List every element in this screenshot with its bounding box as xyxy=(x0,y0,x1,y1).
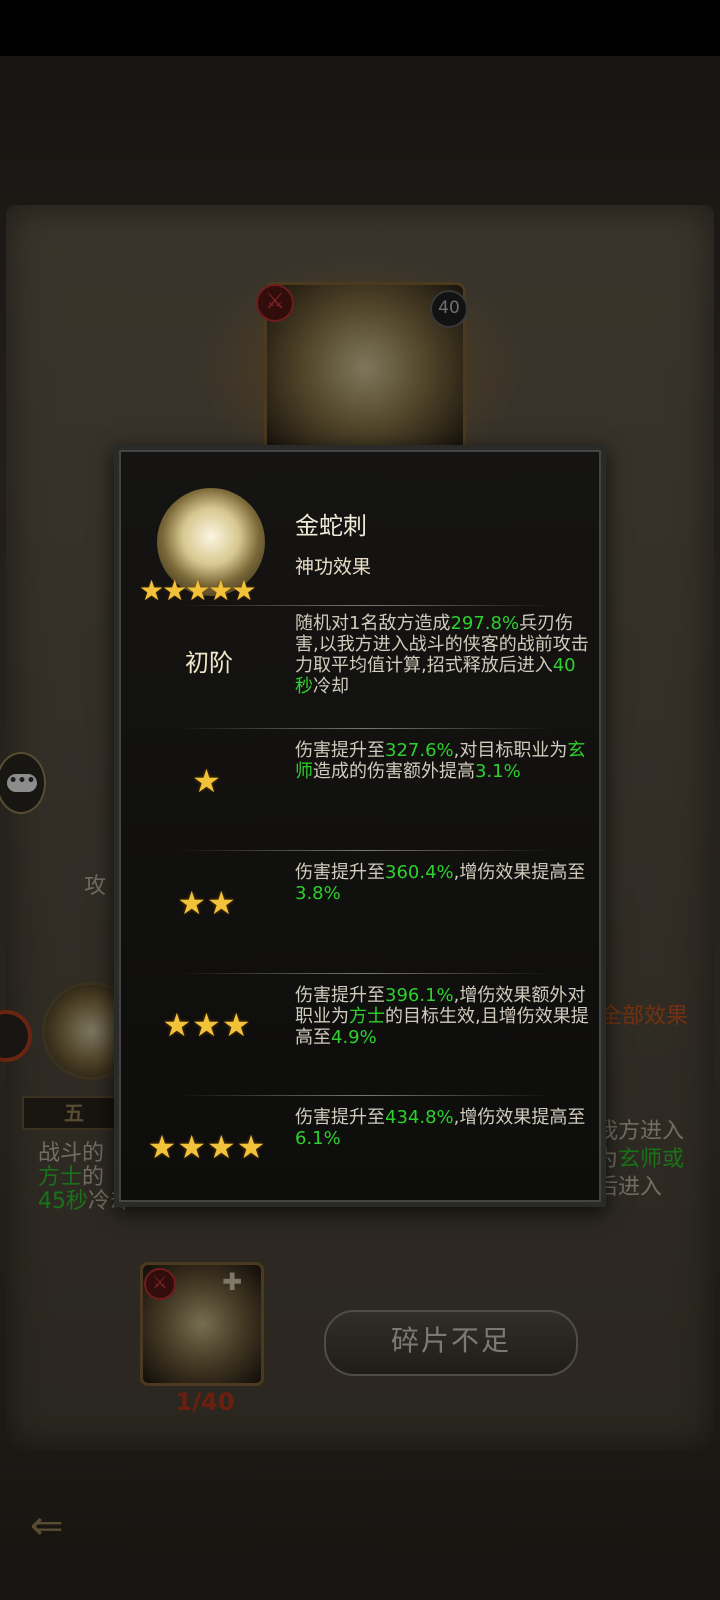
highlight-value: 3.8% xyxy=(295,883,341,904)
desc-text: 伤害提升至 xyxy=(295,1107,385,1128)
tier-desc-1: 伤害提升至327.6%,对目标职业为玄师造成的伤害额外提高3.1% xyxy=(295,740,591,782)
tier-desc-0: 随机对1名敌方造成297.8%兵刃伤害,以我方进入战斗的侠客的战前攻击力取平均值… xyxy=(295,613,591,697)
tier-desc-4: 伤害提升至434.8%,增伤效果提高至 6.1% xyxy=(295,1107,591,1149)
desc-text: 冷却 xyxy=(313,676,349,697)
divider xyxy=(177,605,553,606)
highlight-value: 6.1% xyxy=(295,1128,341,1149)
desc-text: 随机对1名敌方造成 xyxy=(295,613,451,634)
tier-stars-4: ★★★★ xyxy=(147,1128,267,1166)
desc-text: 伤害提升至 xyxy=(295,985,385,1006)
highlight-value: 方士 xyxy=(349,1006,385,1027)
tier-stars-3: ★★★ xyxy=(162,1006,252,1044)
status-bar xyxy=(0,0,720,56)
tier-stars-2: ★★ xyxy=(177,884,237,922)
desc-text: ,对目标职业为 xyxy=(453,740,568,761)
highlight-value: 297.8% xyxy=(450,613,520,634)
tier-label-base: 初阶 xyxy=(185,649,233,677)
portrait-stars: ★★★★★ xyxy=(139,574,257,607)
tier-stars-1: ★ xyxy=(192,762,222,800)
divider xyxy=(177,973,553,974)
tier-desc-2: 伤害提升至360.4%,增伤效果提高至 3.8% xyxy=(295,862,591,904)
highlight-value: 434.8% xyxy=(385,1107,454,1128)
highlight-value: 327.6% xyxy=(385,740,454,761)
highlight-value: 396.1% xyxy=(385,985,454,1006)
skill-detail-modal: ★★★★★ 金蛇刺 神功效果 初阶 随机对1名敌方造成297.8%兵刃伤害,以我… xyxy=(114,445,606,1207)
highlight-value: 4.9% xyxy=(331,1027,377,1048)
tier-desc-3: 伤害提升至396.1%,增伤效果额外对职业为方士的目标生效,且增伤效果提高至4.… xyxy=(295,985,591,1048)
highlight-value: 3.1% xyxy=(475,761,521,782)
desc-text: ,增伤效果提高至 xyxy=(453,1107,586,1128)
highlight-value: 360.4% xyxy=(385,862,454,883)
desc-text: 造成的伤害额外提高 xyxy=(313,761,475,782)
desc-text: 伤害提升至 xyxy=(295,862,385,883)
divider xyxy=(177,850,553,851)
divider xyxy=(177,1095,553,1096)
skill-name: 金蛇刺 xyxy=(295,512,367,540)
skill-type-label: 神功效果 xyxy=(295,556,372,578)
desc-text: 伤害提升至 xyxy=(295,740,385,761)
desc-text: ,增伤效果提高至 xyxy=(453,862,586,883)
divider xyxy=(177,728,553,729)
